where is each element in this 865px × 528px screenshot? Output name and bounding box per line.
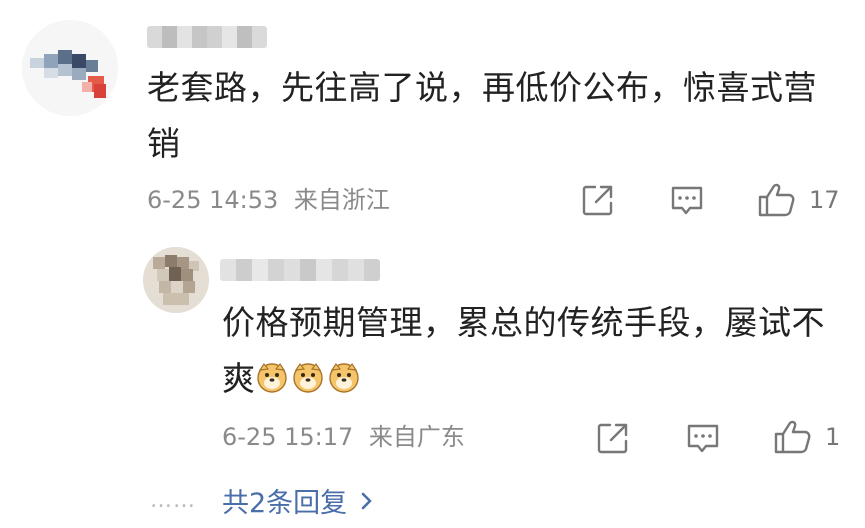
comment-meta: 6-25 14:53 来自浙江 — [147, 185, 390, 215]
more-replies-divider: …… — [150, 488, 196, 513]
like-button[interactable]: 17 — [757, 182, 840, 218]
doge-emoji-icon — [292, 362, 323, 393]
reply-time: 6-25 15:17 — [222, 423, 354, 451]
username[interactable] — [147, 26, 267, 48]
comment-location: 来自浙江 — [293, 186, 390, 214]
thumbs-up-icon — [774, 420, 811, 454]
chevron-right-icon — [361, 492, 372, 509]
more-replies-link[interactable]: 共2条回复 — [222, 481, 377, 520]
share-button[interactable] — [581, 183, 615, 217]
avatar-image — [22, 20, 118, 116]
share-icon — [582, 185, 613, 216]
reply-meta: 6-25 15:17 来自广东 — [222, 422, 465, 452]
more-replies-label: 共2条回复 — [222, 488, 348, 519]
reply-avatar[interactable] — [143, 247, 209, 313]
doge-emoji-icon — [256, 362, 287, 393]
doge-emoji-icon — [328, 362, 359, 393]
comment-icon — [687, 424, 719, 453]
reply-reply-button[interactable] — [685, 422, 721, 456]
avatar[interactable] — [22, 20, 118, 116]
reply-share-button[interactable] — [596, 421, 630, 455]
share-icon — [597, 423, 628, 454]
comment-icon — [671, 186, 703, 215]
reply-button[interactable] — [669, 184, 705, 218]
reply-body: 价格预期管理，累总的传统手段，屡试不爽 — [222, 295, 842, 407]
reply-avatar-image — [143, 247, 209, 313]
reply-like-button[interactable]: 1 — [773, 419, 840, 455]
thumbs-up-icon — [758, 183, 795, 217]
reply-location: 来自广东 — [368, 423, 465, 451]
comment-text: 老套路，先往高了说，再低价公布，惊喜式营销 — [147, 68, 817, 163]
like-count: 17 — [809, 186, 840, 214]
emoji-group — [256, 359, 364, 398]
reply-username[interactable] — [220, 259, 380, 281]
reply-like-count: 1 — [825, 423, 841, 451]
comment-time: 6-25 14:53 — [147, 186, 279, 214]
